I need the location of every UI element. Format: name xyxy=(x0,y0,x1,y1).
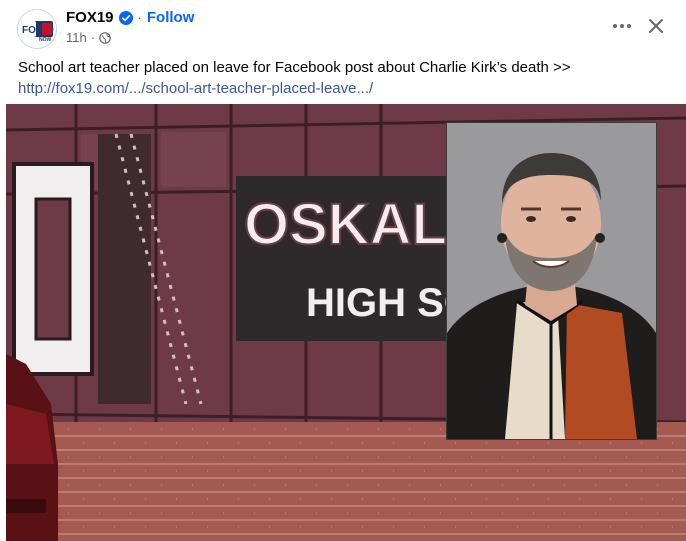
close-button[interactable] xyxy=(641,12,671,40)
block-letter: O xyxy=(18,216,26,227)
more-horizontal-icon xyxy=(613,24,631,28)
globe-icon xyxy=(99,31,111,44)
follow-separator: · xyxy=(137,10,142,25)
verified-badge-icon xyxy=(118,10,133,25)
avatar-logo-sub: NOW xyxy=(39,37,52,43)
teacher-portrait-photo xyxy=(447,123,656,439)
post-message: School art teacher placed on leave for F… xyxy=(18,59,571,76)
page-name-link[interactable]: FOX19 xyxy=(66,9,114,26)
teacher-portrait-inset xyxy=(446,122,657,440)
article-link[interactable]: http://fox19.com/.../school-art-teacher-… xyxy=(18,78,668,99)
post-timestamp[interactable]: 11h xyxy=(66,30,87,45)
page-avatar[interactable]: FOX19 NOW xyxy=(17,9,57,49)
more-options-button[interactable] xyxy=(606,12,638,40)
close-icon xyxy=(649,19,663,33)
meta-separator: · xyxy=(90,30,96,45)
post-meta: 11h · xyxy=(66,30,111,45)
facebook-post-card: FOX19 NOW FOX19 · Follow 11h · School ar… xyxy=(0,0,686,541)
follow-button[interactable]: Follow xyxy=(147,9,195,26)
post-header: FOX19 · Follow xyxy=(66,9,194,26)
post-body: School art teacher placed on leave for F… xyxy=(18,57,668,99)
post-image[interactable]: O OSKAL HIGH SC xyxy=(6,104,686,541)
sign-line-1: OSKAL xyxy=(244,192,447,257)
